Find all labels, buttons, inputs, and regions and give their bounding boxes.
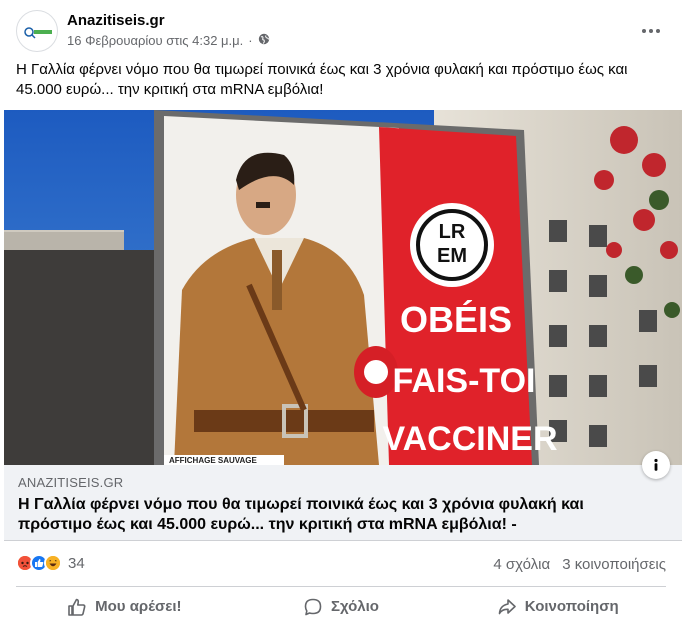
action-bar: Μου αρέσει! Σχόλιο Κοινοποίηση bbox=[16, 590, 666, 623]
share-label: Κοινοποίηση bbox=[524, 598, 619, 615]
billboard-text-3: VACCINER bbox=[382, 420, 557, 458]
engagement-counts: 4 σχόλια 3 κοινοποιήσεις bbox=[493, 556, 666, 573]
link-domain: ANAZITISEIS.GR bbox=[18, 475, 124, 490]
link-preview[interactable]: ANAZITISEIS.GR Η Γαλλία φέρνει νόμο που … bbox=[4, 451, 682, 541]
poster-footer: AFFICHAGE SAUVAGE bbox=[169, 456, 258, 465]
post-text: Η Γαλλία φέρνει νόμο που θα τιμωρεί ποιν… bbox=[16, 61, 628, 98]
stats-divider bbox=[16, 586, 666, 587]
like-button[interactable]: Μου αρέσει! bbox=[16, 590, 233, 623]
info-icon bbox=[654, 458, 658, 471]
share-button[interactable]: Κοινοποίηση bbox=[449, 590, 666, 623]
comment-button[interactable]: Σχόλιο bbox=[233, 590, 450, 623]
page-avatar[interactable] bbox=[16, 10, 58, 52]
more-icon bbox=[642, 29, 660, 33]
link-title[interactable]: Η Γαλλία φέρνει νόμο που θα τιμωρεί ποιν… bbox=[18, 495, 618, 535]
link-preview-image[interactable]: LR EM OBÉIS FAIS-TOI VACCINER AFFICHAGE … bbox=[4, 110, 682, 465]
info-button[interactable] bbox=[642, 451, 670, 479]
post-date[interactable]: 16 Φεβρουαρίου στις 4:32 μ.μ. bbox=[67, 33, 243, 48]
comment-label: Σχόλιο bbox=[331, 598, 379, 615]
post-card: Anazitiseis.gr 16 Φεβρουαρίου στις 4:32 … bbox=[0, 0, 682, 623]
post-header: Anazitiseis.gr 16 Φεβρουαρίου στις 4:32 … bbox=[16, 10, 666, 54]
shares-count[interactable]: 3 κοινοποιήσεις bbox=[562, 556, 666, 573]
meta-separator: · bbox=[248, 33, 253, 48]
like-label: Μου αρέσει! bbox=[95, 598, 182, 615]
post-stats: 34 4 σχόλια 3 κοινοποιήσεις bbox=[16, 548, 666, 580]
comments-count[interactable]: 4 σχόλια bbox=[493, 556, 550, 573]
billboard-text-1: OBÉIS bbox=[400, 299, 512, 340]
post-meta: 16 Φεβρουαρίου στις 4:32 μ.μ. · bbox=[67, 33, 270, 48]
globe-icon bbox=[258, 33, 270, 48]
share-icon bbox=[498, 598, 516, 614]
billboard-text-2: FAIS-TOI bbox=[393, 362, 536, 400]
comment-icon bbox=[304, 598, 322, 615]
haha-icon bbox=[44, 554, 62, 572]
thumbs-up-icon bbox=[68, 598, 86, 616]
post-author[interactable]: Anazitiseis.gr bbox=[67, 12, 165, 29]
svg-text:EM: EM bbox=[437, 245, 467, 267]
svg-text:LR: LR bbox=[439, 221, 466, 243]
more-options-button[interactable] bbox=[636, 16, 666, 46]
reaction-count: 34 bbox=[68, 554, 85, 572]
reactions-summary[interactable]: 34 bbox=[16, 554, 85, 572]
